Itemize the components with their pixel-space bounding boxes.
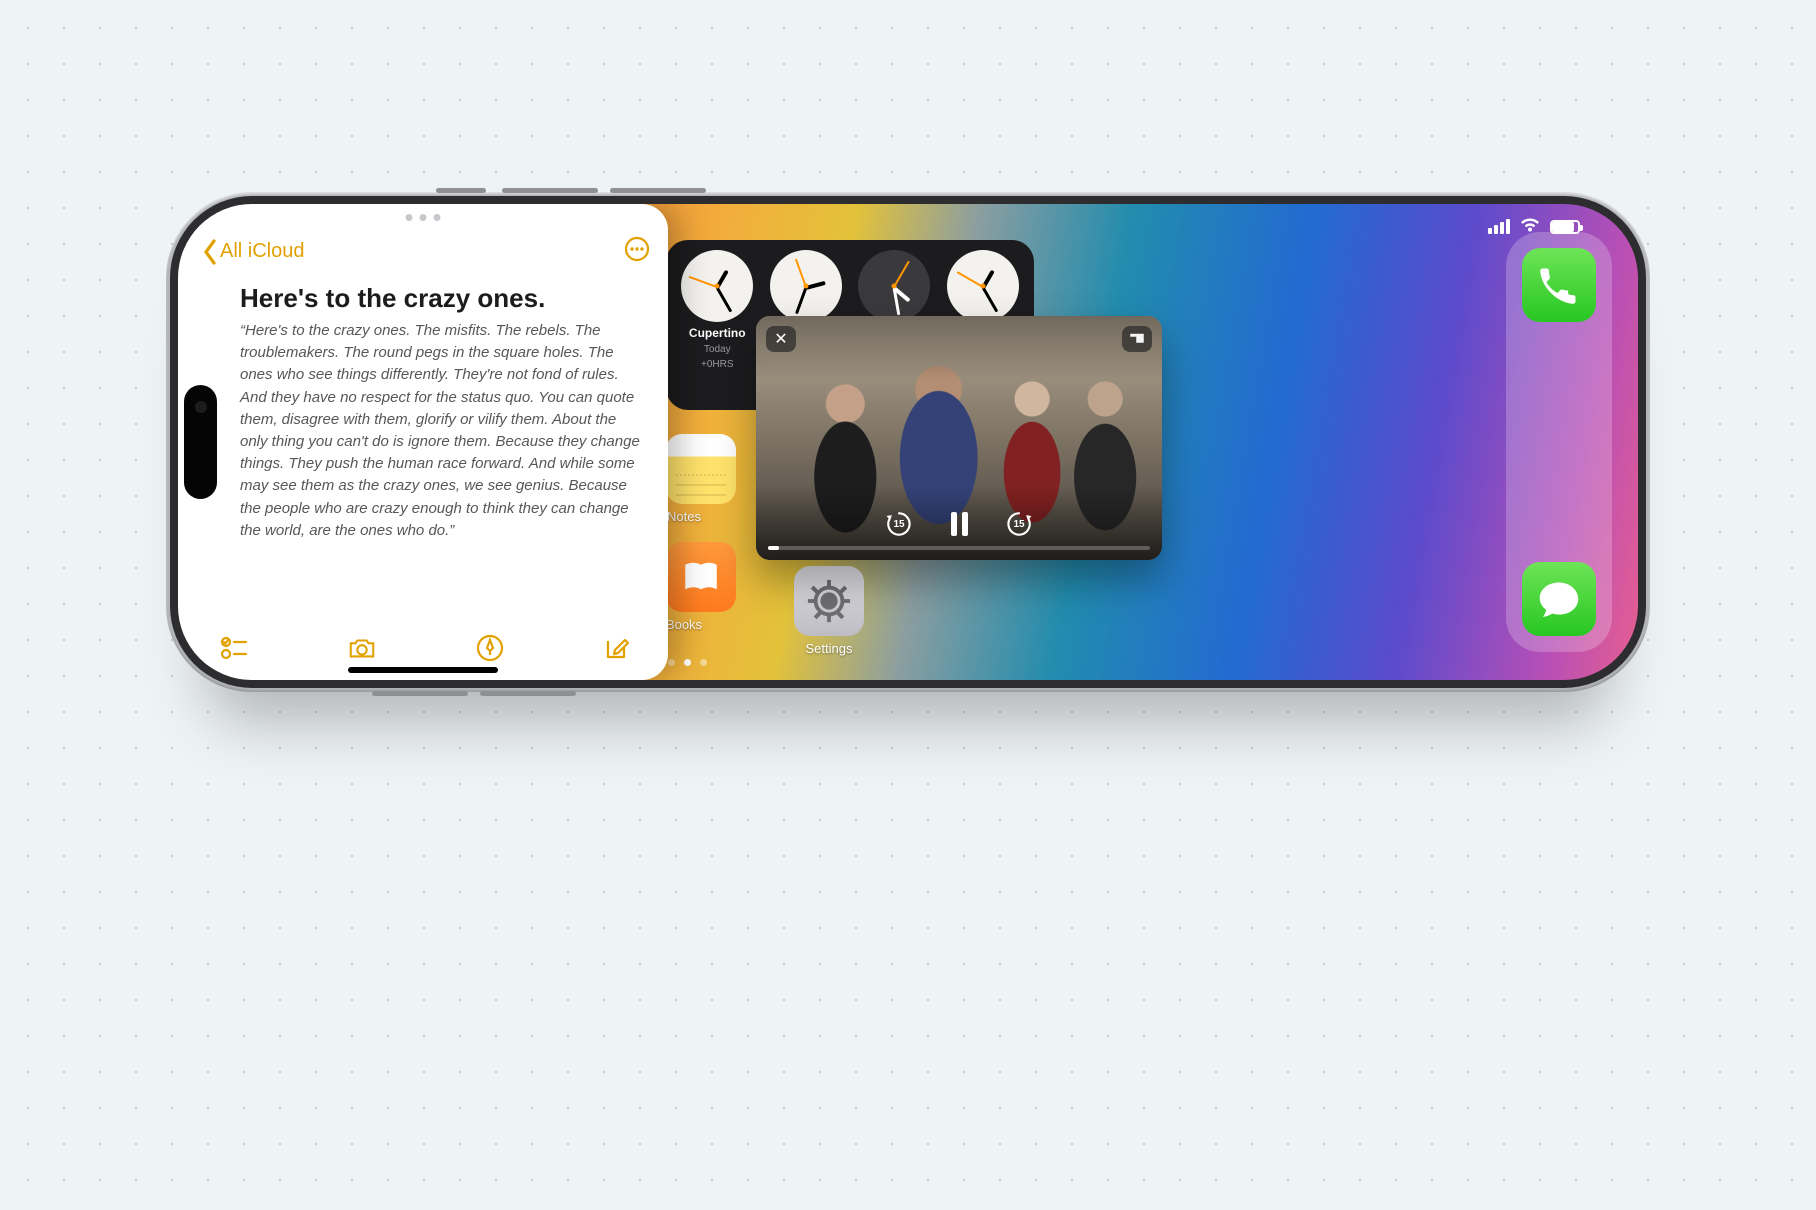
pause-icon bbox=[951, 512, 957, 536]
power-button bbox=[372, 691, 468, 696]
city-name: Cupertino bbox=[689, 326, 746, 340]
books-app[interactable]: Books bbox=[666, 542, 736, 632]
pip-expand-button[interactable] bbox=[1122, 326, 1152, 352]
more-button[interactable] bbox=[624, 236, 650, 267]
pip-close-button[interactable]: ✕ bbox=[766, 326, 796, 352]
note-title: Here's to the crazy ones. bbox=[240, 283, 640, 314]
pip-expand-icon bbox=[1128, 330, 1146, 348]
analog-clock-icon bbox=[947, 250, 1019, 322]
cellular-signal-icon bbox=[1488, 219, 1510, 234]
messages-icon bbox=[1537, 577, 1581, 621]
phone-app[interactable] bbox=[1522, 248, 1596, 322]
dynamic-island[interactable] bbox=[184, 385, 217, 499]
back-label: All iCloud bbox=[220, 240, 304, 263]
compose-icon bbox=[602, 633, 632, 663]
note-content[interactable]: Here's to the crazy ones. “Here's to the… bbox=[178, 267, 668, 622]
status-bar bbox=[1488, 217, 1580, 236]
pip-controls: 15 15 bbox=[756, 508, 1162, 540]
app-label: Books bbox=[666, 617, 702, 632]
side-button bbox=[436, 188, 486, 193]
settings-app-icon bbox=[794, 566, 864, 636]
battery-icon bbox=[1550, 220, 1580, 234]
volume-up-button bbox=[502, 188, 598, 193]
compose-button[interactable] bbox=[600, 632, 634, 664]
dock bbox=[1506, 232, 1612, 652]
checklist-button[interactable] bbox=[218, 632, 252, 664]
skip-fwd-label: 15 bbox=[1013, 519, 1024, 530]
camera-icon bbox=[347, 633, 377, 663]
notes-app[interactable]: Notes bbox=[666, 434, 736, 524]
world-clock-city-0: Cupertino Today +0HRS bbox=[676, 250, 759, 404]
app-label: Notes bbox=[667, 509, 701, 524]
chevron-left-icon bbox=[202, 239, 218, 265]
ellipsis-circle-icon bbox=[624, 236, 650, 262]
skip-forward-15-button[interactable]: 15 bbox=[1003, 508, 1035, 540]
note-body-text: “Here's to the crazy ones. The misfits. … bbox=[240, 320, 640, 542]
screen: Cupertino Today +0HRS bbox=[178, 204, 1638, 680]
pause-button[interactable] bbox=[945, 510, 973, 538]
city-day: Today bbox=[704, 344, 731, 355]
analog-clock-icon bbox=[681, 250, 753, 322]
city-offset: +0HRS bbox=[701, 359, 734, 370]
notes-app-icon bbox=[666, 434, 736, 504]
close-icon: ✕ bbox=[774, 329, 787, 349]
home-indicator[interactable] bbox=[348, 667, 498, 673]
picture-in-picture-player[interactable]: ✕ 15 15 bbox=[756, 316, 1162, 560]
power-button-2 bbox=[480, 691, 576, 696]
checklist-icon bbox=[220, 633, 250, 663]
wifi-icon bbox=[1520, 217, 1540, 236]
skip-back-15-button[interactable]: 15 bbox=[883, 508, 915, 540]
phone-icon bbox=[1537, 263, 1581, 307]
markup-pen-icon bbox=[475, 633, 505, 663]
markup-button[interactable] bbox=[473, 632, 507, 664]
back-button[interactable]: All iCloud bbox=[202, 239, 304, 265]
iphone-frame: Cupertino Today +0HRS bbox=[166, 192, 1650, 692]
settings-app[interactable]: Settings bbox=[794, 566, 864, 656]
camera-button[interactable] bbox=[345, 632, 379, 664]
messages-app[interactable] bbox=[1522, 562, 1596, 636]
skip-back-label: 15 bbox=[893, 519, 904, 530]
slide-over-grabber[interactable] bbox=[406, 214, 441, 221]
analog-clock-icon bbox=[770, 250, 842, 322]
notes-slide-over: All iCloud Here's to the crazy ones. “He… bbox=[178, 204, 668, 680]
page-indicator[interactable] bbox=[668, 659, 707, 666]
books-app-icon bbox=[666, 542, 736, 612]
volume-down-button bbox=[610, 188, 706, 193]
analog-clock-icon bbox=[858, 250, 930, 322]
app-label: Settings bbox=[806, 641, 853, 656]
home-icons-column: Notes Books bbox=[666, 434, 736, 632]
pip-progress-bar[interactable] bbox=[768, 546, 1150, 550]
